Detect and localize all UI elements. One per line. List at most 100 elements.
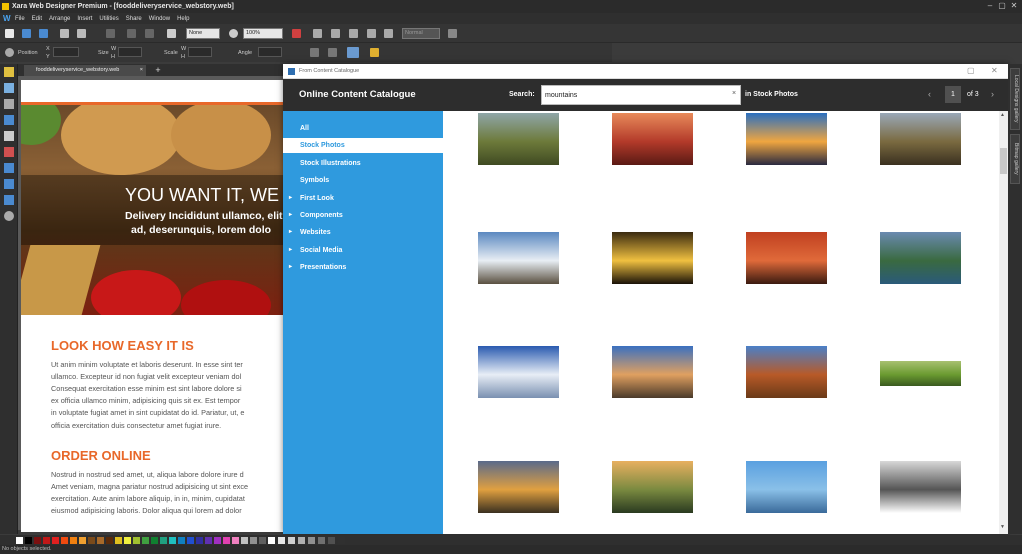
category-symbols[interactable]: Symbols: [283, 173, 443, 188]
transparency-tool-icon[interactable]: [4, 163, 14, 173]
category-stock-illustrations[interactable]: Stock Illustrations: [283, 156, 443, 171]
local-designs-gallery-tab[interactable]: Local Designs gallery: [1010, 68, 1020, 130]
volcano-cone-thumb[interactable]: [746, 113, 827, 165]
search-clear-icon[interactable]: ×: [732, 90, 736, 97]
scrollbar-thumb[interactable]: [1000, 148, 1007, 174]
dialog-maximize-button[interactable]: ▢: [967, 66, 975, 75]
colour-swatch[interactable]: [70, 537, 77, 544]
category-components[interactable]: ▸ Components: [283, 208, 443, 223]
colour-swatch[interactable]: [250, 537, 257, 544]
expand-arrow-icon[interactable]: ▸: [289, 208, 292, 223]
photo-tool-icon[interactable]: [4, 195, 14, 205]
copy-icon[interactable]: [60, 29, 69, 38]
new-document-icon[interactable]: [5, 29, 14, 38]
position-field[interactable]: [53, 47, 79, 57]
desert-butte-thumb[interactable]: [746, 346, 827, 398]
colour-swatch[interactable]: [259, 537, 266, 544]
export-icon[interactable]: [384, 29, 393, 38]
matterhorn-bw-thumb[interactable]: [880, 461, 961, 513]
selector-tool-icon[interactable]: [4, 67, 14, 77]
green-meadow-thumb[interactable]: [880, 361, 961, 386]
red-sky-mountain-thumb[interactable]: [746, 232, 827, 284]
document-canvas[interactable]: YOU WANT IT, WE Delivery Incididunt ulla…: [21, 80, 283, 532]
colour-swatch[interactable]: [16, 537, 23, 544]
scale-field[interactable]: [188, 47, 212, 57]
colour-swatch[interactable]: [232, 537, 239, 544]
colour-swatch[interactable]: [298, 537, 305, 544]
tag-icon[interactable]: [370, 48, 379, 57]
next-page-button[interactable]: ›: [991, 89, 994, 99]
zoom-tool-icon-left[interactable]: [4, 211, 14, 221]
colour-swatch[interactable]: [142, 537, 149, 544]
colour-swatch[interactable]: [318, 537, 325, 544]
colour-swatch[interactable]: [338, 537, 345, 544]
colour-swatch[interactable]: [34, 537, 41, 544]
colour-swatch[interactable]: [43, 537, 50, 544]
colour-swatch[interactable]: [178, 537, 185, 544]
colour-swatch[interactable]: [241, 537, 248, 544]
minimize-button[interactable]: –: [984, 1, 996, 11]
category-all[interactable]: All: [283, 121, 443, 136]
new-tab-button[interactable]: +: [153, 65, 163, 75]
cairn-stones-thumb[interactable]: [612, 346, 693, 398]
dialog-scrollbar[interactable]: ▲ ▼: [999, 111, 1008, 534]
expand-arrow-icon[interactable]: ▸: [289, 191, 292, 206]
previous-page-button[interactable]: ‹: [928, 89, 931, 99]
menu-edit[interactable]: Edit: [32, 16, 42, 22]
peak-summit-thumb[interactable]: [478, 232, 559, 284]
misty-valley-thumb[interactable]: [612, 461, 693, 513]
document-tab[interactable]: fooddeliveryservice_webstory.web ×: [24, 65, 146, 76]
save-icon[interactable]: [39, 29, 48, 38]
colour-swatch[interactable]: [79, 537, 86, 544]
delete-icon[interactable]: [106, 29, 115, 38]
search-input[interactable]: mountains: [541, 85, 741, 105]
open-folder-icon[interactable]: [22, 29, 31, 38]
bitmap-gallery-tab[interactable]: Bitmap gallery: [1010, 134, 1020, 184]
angle-field[interactable]: [258, 47, 282, 57]
category-websites[interactable]: ▸ Websites: [283, 225, 443, 240]
page-number-input[interactable]: 1: [945, 86, 961, 103]
colour-swatch[interactable]: [160, 537, 167, 544]
page-icon[interactable]: [367, 29, 376, 38]
colour-swatch[interactable]: [288, 537, 295, 544]
menu-share[interactable]: Share: [126, 16, 142, 22]
lake-reflection-thumb[interactable]: [746, 461, 827, 513]
magnet-icon[interactable]: [292, 29, 301, 38]
scroll-down-icon[interactable]: ▼: [1000, 524, 1007, 530]
hiker-on-trail-thumb[interactable]: [478, 113, 559, 165]
style-select[interactable]: Normal: [402, 28, 440, 39]
colour-swatch[interactable]: [124, 537, 131, 544]
maximize-button[interactable]: ▢: [996, 1, 1008, 11]
colour-swatch[interactable]: [187, 537, 194, 544]
lock-aspect-icon[interactable]: [347, 47, 359, 58]
colour-swatch[interactable]: [52, 537, 59, 544]
zoom-select[interactable]: 100%: [243, 28, 283, 39]
expand-arrow-icon[interactable]: ▸: [289, 243, 292, 258]
category-stock-photos[interactable]: Stock Photos: [283, 138, 443, 153]
tree-sunset-thumb[interactable]: [612, 232, 693, 284]
colour-swatch[interactable]: [328, 537, 335, 544]
rectangle-tool-icon[interactable]: [4, 115, 14, 125]
web-icon[interactable]: [313, 29, 322, 38]
colour-swatch[interactable]: [25, 537, 32, 544]
colour-swatch[interactable]: [205, 537, 212, 544]
colour-swatch[interactable]: [97, 537, 104, 544]
undo-icon[interactable]: [127, 29, 136, 38]
quality-select[interactable]: None: [186, 28, 220, 39]
zoom-tool-icon[interactable]: [167, 29, 176, 38]
scroll-up-icon[interactable]: ▲: [1000, 112, 1007, 118]
category-social-media[interactable]: ▸ Social Media: [283, 243, 443, 258]
colour-swatch[interactable]: [278, 537, 285, 544]
zoom-icon[interactable]: [229, 29, 238, 38]
flip-vertical-icon[interactable]: [328, 48, 337, 57]
category-first-look[interactable]: ▸ First Look: [283, 191, 443, 206]
colour-swatch[interactable]: [106, 537, 113, 544]
flip-horizontal-icon[interactable]: [310, 48, 319, 57]
colour-swatch[interactable]: [88, 537, 95, 544]
apply-style-icon[interactable]: [448, 29, 457, 38]
menu-insert[interactable]: Insert: [77, 16, 92, 22]
colour-swatch[interactable]: [61, 537, 68, 544]
golden-hills-thumb[interactable]: [478, 461, 559, 513]
redo-icon[interactable]: [145, 29, 154, 38]
node-tool-icon[interactable]: [4, 83, 14, 93]
